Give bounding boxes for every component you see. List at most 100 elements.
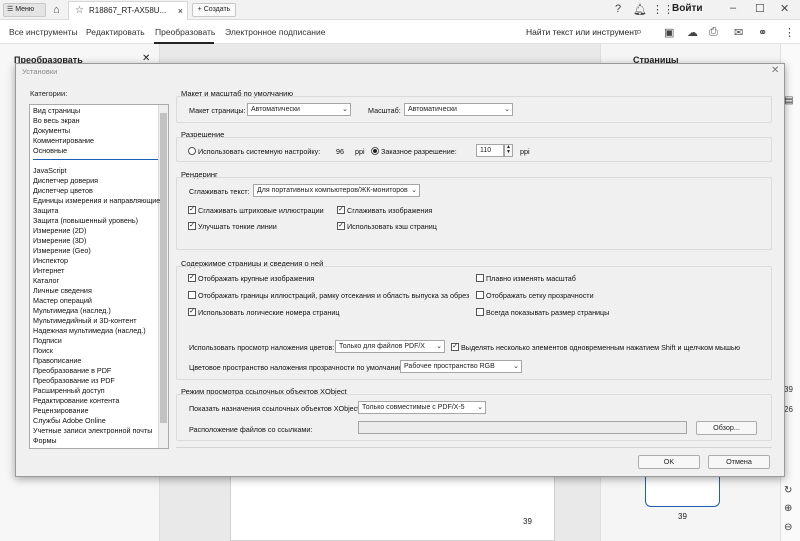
overprint-preview-label: Использовать просмотр наложения цветов: [189, 343, 335, 352]
category-item[interactable]: Комментирование [33, 136, 94, 145]
smooth-zoom-checkbox[interactable] [476, 274, 484, 282]
tab-e-sign[interactable]: Электронное подписание [225, 27, 325, 37]
xobject-targets-select[interactable]: Только совместимые с PDF/X-5 ⌄ [358, 401, 486, 414]
category-item[interactable]: Каталог [33, 276, 59, 285]
category-item[interactable]: Основные [33, 146, 67, 155]
category-item[interactable]: Преобразование в PDF [33, 366, 111, 375]
chevron-down-icon: ⌄ [513, 363, 519, 370]
categories-list[interactable]: Вид страницы Во весь экран Документы Коммен… [29, 104, 169, 449]
system-resolution-radio[interactable] [188, 147, 196, 155]
tab-edit[interactable]: Редактировать [86, 27, 145, 37]
print-icon[interactable]: ⎙ [709, 26, 718, 39]
home-icon[interactable]: ⌂ [53, 4, 60, 16]
page-cache-checkbox[interactable]: ✓ [337, 222, 345, 230]
help-icon[interactable]: ? [615, 3, 621, 15]
browse-button[interactable]: Обзор... [696, 421, 757, 435]
custom-resolution-radio[interactable] [371, 147, 379, 155]
custom-resolution-input[interactable]: 110 [476, 144, 504, 157]
category-item[interactable]: Преобразование из PDF [33, 376, 115, 385]
large-images-checkbox[interactable]: ✓ [188, 274, 196, 282]
enhance-thin-lines-checkbox[interactable]: ✓ [188, 222, 196, 230]
dialog-close-icon[interactable]: ✕ [771, 65, 779, 76]
zoom-in-icon[interactable]: ⊕ [784, 503, 792, 514]
notifications-icon[interactable]: 🔔︎ [633, 3, 647, 16]
category-item[interactable]: Измерение (2D) [33, 226, 86, 235]
create-button[interactable]: + Создать [192, 3, 236, 17]
category-item[interactable]: JavaScript [33, 166, 67, 175]
category-item[interactable]: Диспетчер доверия [33, 176, 98, 185]
upload-icon[interactable]: ☁ [687, 26, 698, 39]
category-item[interactable]: Инспектор [33, 256, 68, 265]
category-item[interactable]: Службы Adobe Online [33, 416, 106, 425]
cancel-button[interactable]: Отмена [708, 455, 770, 469]
pages-icon[interactable]: ▤ [784, 95, 793, 106]
page-layout-select[interactable]: Автоматически ⌄ [247, 103, 351, 116]
email-icon[interactable]: ✉ [734, 26, 743, 39]
page-layout-value: Автоматически [251, 106, 300, 113]
category-item[interactable]: Подписи [33, 336, 62, 345]
category-item[interactable]: Защита (повышенный уровень) [33, 216, 138, 225]
category-item[interactable]: Мастер операций [33, 296, 92, 305]
category-item[interactable]: Формы [33, 436, 57, 445]
smooth-line-art-checkbox[interactable]: ✓ [188, 206, 196, 214]
chevron-down-icon: ⌄ [477, 404, 483, 411]
linked-files-location-input[interactable] [358, 421, 687, 434]
art-trim-bleed-checkbox[interactable] [188, 291, 196, 299]
search-icon[interactable]: ⌕ [636, 26, 642, 39]
overprint-preview-select[interactable]: Только для файлов PDF/X ⌄ [335, 340, 445, 353]
dialog-title: Установки [22, 67, 58, 76]
category-item[interactable]: Расширенный доступ [33, 386, 105, 395]
category-item[interactable]: Диспетчер цветов [33, 186, 93, 195]
tab-all-tools[interactable]: Все инструменты [9, 27, 78, 37]
category-item[interactable]: Интернет [33, 266, 64, 275]
minimize-icon[interactable]: – [730, 2, 736, 14]
menu-button[interactable]: ☰ Меню [3, 3, 46, 17]
transparency-grid-checkbox[interactable] [476, 291, 484, 299]
category-item[interactable]: Вид страницы [33, 106, 80, 115]
shift-select-checkbox[interactable]: ✓ [451, 343, 459, 351]
link-icon[interactable]: ⚭ [758, 26, 767, 39]
find-tool-label[interactable]: Найти текст или инструмент [526, 27, 638, 37]
maximize-icon[interactable]: ☐ [755, 2, 765, 15]
tab-convert[interactable]: Преобразовать [155, 27, 215, 37]
ok-button[interactable]: OK [638, 455, 700, 469]
logical-page-numbers-checkbox[interactable]: ✓ [188, 308, 196, 316]
category-item[interactable]: Измерение (Geo) [33, 246, 91, 255]
category-item[interactable]: Мультимедиа (наслед.) [33, 306, 111, 315]
blend-space-select[interactable]: Рабочее пространство RGB ⌄ [400, 360, 522, 373]
close-window-icon[interactable]: ✕ [780, 2, 789, 15]
save-icon[interactable]: ▣ [664, 26, 674, 39]
category-item[interactable]: Правописание [33, 356, 81, 365]
category-item[interactable]: Личные сведения [33, 286, 92, 295]
smooth-text-select[interactable]: Для портативных компьютеров/ЖК-мониторов… [253, 184, 420, 197]
apps-grid-icon[interactable]: ⋮⋮ [652, 3, 674, 16]
categories-scroll-thumb[interactable] [160, 113, 167, 423]
close-tab-icon[interactable]: × [178, 2, 183, 20]
category-item[interactable]: Единицы измерения и направляющие [33, 196, 160, 205]
sign-in-link[interactable]: Войти [672, 3, 703, 14]
overprint-preview-value: Только для файлов PDF/X [339, 343, 425, 350]
logical-page-numbers-label: Использовать логические номера страниц [198, 308, 340, 317]
category-item[interactable]: Во весь экран [33, 116, 80, 125]
category-item[interactable]: Документы [33, 126, 70, 135]
category-item[interactable]: Рецензирование [33, 406, 89, 415]
category-item[interactable]: Мультимедийный и 3D-контент [33, 316, 137, 325]
categories-scrollbar[interactable] [158, 105, 168, 448]
category-item[interactable]: Поиск [33, 346, 53, 355]
zoom-select[interactable]: Автоматически ⌄ [404, 103, 513, 116]
category-item[interactable]: Измерение (3D) [33, 236, 86, 245]
resolution-stepper[interactable]: ▲ ▼ [504, 144, 513, 157]
blend-space-value: Рабочее пространство RGB [404, 363, 495, 370]
category-item[interactable]: Надежная мультимедиа (наслед.) [33, 326, 146, 335]
always-page-size-checkbox[interactable] [476, 308, 484, 316]
refresh-icon[interactable]: ↻ [784, 485, 792, 496]
document-page-number: 39 [523, 517, 532, 526]
category-item[interactable]: Учетные записи электронной почты [33, 426, 152, 435]
more-icon[interactable]: ⋮ [784, 26, 795, 39]
star-icon[interactable]: ☆ [75, 2, 84, 20]
document-tab[interactable]: ☆ R18867_RT-AX58U... × [68, 1, 188, 20]
category-item[interactable]: Редактирование контента [33, 396, 119, 405]
zoom-out-icon[interactable]: ⊖ [784, 522, 792, 533]
smooth-images-checkbox[interactable]: ✓ [337, 206, 345, 214]
category-item[interactable]: Защита [33, 206, 58, 215]
